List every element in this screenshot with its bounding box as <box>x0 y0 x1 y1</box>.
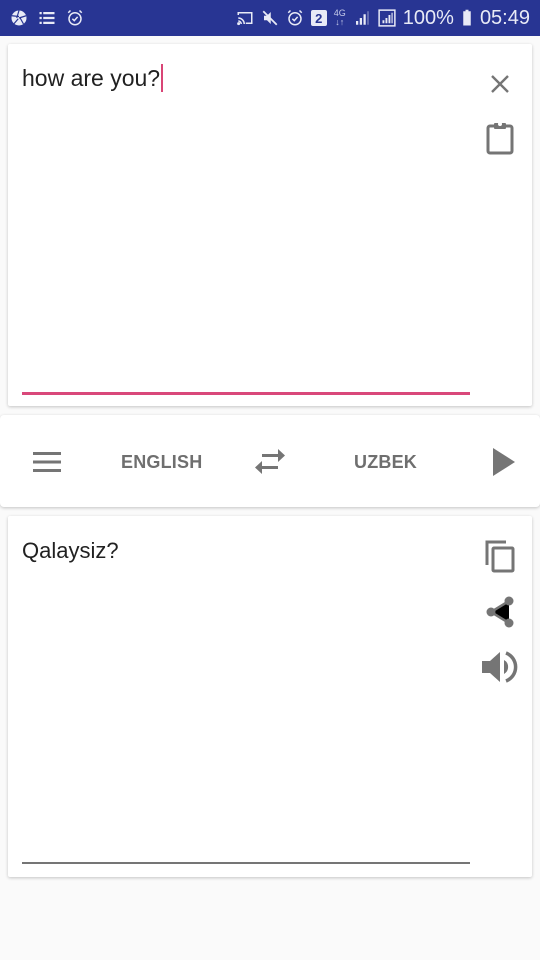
target-language-button[interactable]: UZBEK <box>354 452 417 473</box>
sim2-badge: 2 <box>310 10 327 26</box>
input-card: how are you? <box>8 44 532 406</box>
volume-icon <box>482 651 518 683</box>
network-activity-label: ↓↑ <box>335 17 345 27</box>
aperture-icon <box>10 9 28 27</box>
copy-button[interactable] <box>480 536 520 576</box>
paste-button[interactable] <box>482 118 518 158</box>
mute-icon <box>261 9 279 27</box>
translate-button[interactable] <box>484 442 524 482</box>
source-language-button[interactable]: ENGLISH <box>121 452 202 473</box>
output-card: Qalaysiz? <box>8 516 532 877</box>
signal-boxed-icon <box>378 9 396 27</box>
clear-button[interactable] <box>482 66 518 102</box>
clipboard-icon <box>486 122 514 155</box>
status-bar-right: 2 4G ↓↑ 100% 05:49 <box>236 0 530 36</box>
swap-languages-button[interactable] <box>250 444 290 480</box>
text-cursor <box>161 64 164 92</box>
status-bar-left <box>10 0 84 36</box>
copy-icon <box>485 540 515 573</box>
battery-icon <box>461 9 473 27</box>
share-button[interactable] <box>480 592 520 632</box>
alarm-icon <box>286 9 304 27</box>
swap-icon <box>255 449 285 474</box>
list-icon <box>38 9 56 27</box>
4g-icon: 4G ↓↑ <box>334 9 346 27</box>
status-bar: 2 4G ↓↑ 100% 05:49 <box>0 0 540 36</box>
cast-icon <box>236 9 254 27</box>
speak-button[interactable] <box>478 646 522 688</box>
menu-button[interactable] <box>28 444 66 480</box>
battery-percent: 100% <box>402 6 454 29</box>
input-underline <box>22 392 470 395</box>
output-underline <box>22 862 470 864</box>
source-text-input[interactable]: how are you? <box>22 64 164 92</box>
translated-text: Qalaysiz? <box>22 538 119 563</box>
source-text[interactable]: how are you? <box>22 65 160 92</box>
share-icon <box>486 596 514 628</box>
play-icon <box>493 448 515 476</box>
signal-icon <box>353 9 371 27</box>
clock: 05:49 <box>479 6 530 29</box>
menu-icon <box>33 452 61 472</box>
close-icon <box>491 75 509 93</box>
alarm-check-icon <box>66 9 84 27</box>
